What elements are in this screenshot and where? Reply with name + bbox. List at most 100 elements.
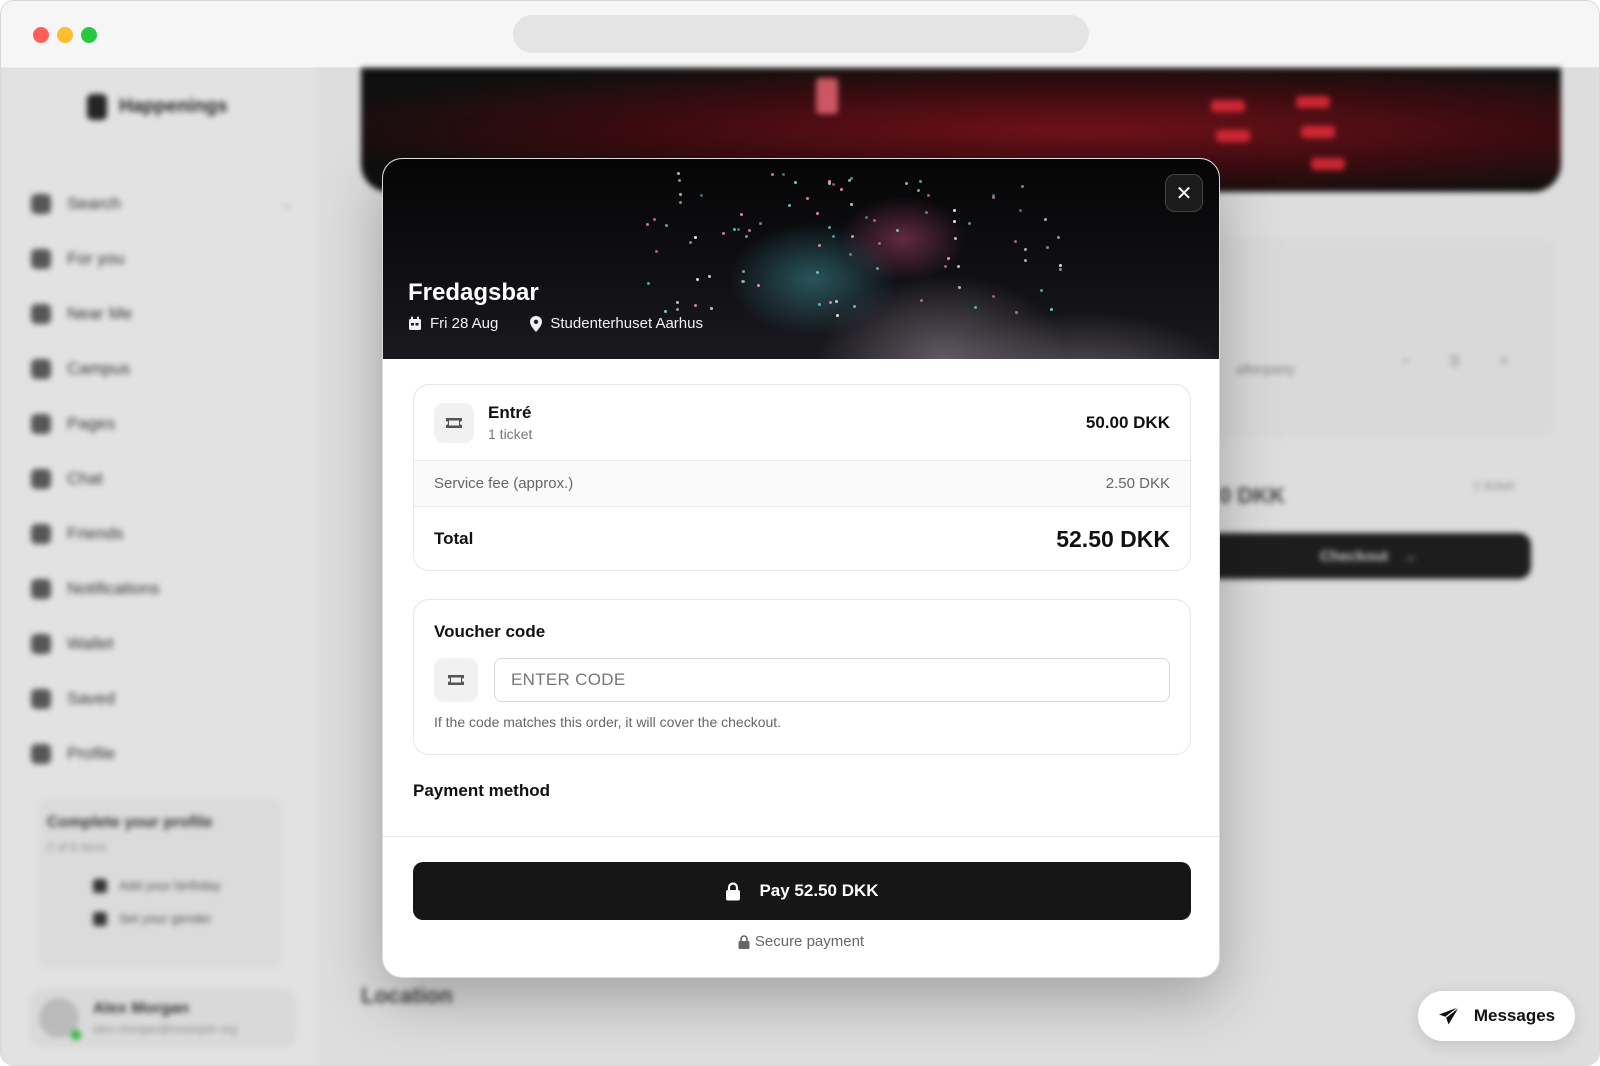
total-line: Total 52.50 DKK (414, 507, 1190, 570)
total-label: Total (434, 529, 474, 548)
messages-label: Messages (1473, 1006, 1556, 1025)
firework-spark (739, 213, 743, 217)
fee-label: Service fee (approx.) (434, 475, 574, 492)
firework-spark (793, 180, 797, 184)
firework-spark (958, 286, 962, 290)
firework-spark (840, 187, 843, 191)
ticket-icon-container (434, 402, 474, 443)
voucher-hint: If the code matches this order, it will … (434, 714, 782, 730)
firework-spark (679, 200, 683, 204)
firework-spark (864, 216, 868, 220)
firework-spark (954, 237, 958, 241)
firework-spark (991, 295, 995, 299)
voucher-code-input[interactable] (494, 658, 1170, 702)
firework-spark (829, 301, 833, 305)
firework-spark (1049, 308, 1053, 312)
firework-spark (848, 253, 852, 257)
firework-spark (664, 224, 668, 228)
firework-spark (733, 228, 737, 232)
firework-spark (677, 172, 681, 176)
ticket-quantity: 1 ticket (488, 426, 533, 442)
firework-spark (787, 203, 791, 207)
firework-spark (740, 279, 744, 283)
order-summary: Entré 1 ticket 50.00 DKK Service fee (ap… (413, 384, 1191, 571)
firework-spark (645, 222, 649, 226)
firework-spark (770, 173, 774, 177)
firework-spark (917, 189, 921, 193)
voucher-icon-container (434, 658, 478, 702)
close-modal-button[interactable]: ✕ (1165, 174, 1203, 212)
firework-spark (927, 194, 931, 198)
firework-spark (1040, 289, 1044, 293)
firework-spark (806, 196, 810, 200)
event-venue: Studenterhuset Aarhus (550, 315, 703, 332)
pay-button-label: Pay 52.50 DKK (759, 881, 879, 900)
firework-spark (896, 229, 900, 233)
firework-spark (1045, 246, 1049, 250)
firework-spark (1023, 248, 1027, 252)
location-pin-icon (530, 315, 543, 332)
firework-spark (815, 211, 819, 215)
firework-spark (851, 234, 855, 238)
address-bar[interactable] (513, 15, 1089, 53)
firework-spark (664, 309, 668, 313)
browser-window: Happenings Search ⌄ For you Near Me Campus Pa… (0, 0, 1600, 1066)
event-title: Fredagsbar (408, 279, 539, 306)
firework-spark (1015, 311, 1019, 315)
firework-spark (832, 234, 836, 238)
total-value: 52.50 DKK (1056, 525, 1170, 552)
firework-spark (817, 243, 821, 247)
lock-icon (738, 934, 750, 949)
firework-spark (736, 227, 740, 231)
firework-spark (991, 195, 995, 199)
firework-spark (758, 221, 762, 225)
payment-method-heading: Payment method (413, 781, 550, 800)
firework-spark (905, 181, 909, 185)
firework-spark (848, 178, 852, 182)
divider (383, 836, 1219, 837)
firework-spark (678, 193, 682, 197)
firework-spark (748, 229, 752, 233)
firework-spark (1014, 239, 1018, 243)
firework-spark (677, 179, 681, 183)
firework-spark (741, 269, 745, 273)
firework-spark (919, 180, 923, 184)
firework-spark (1059, 267, 1062, 271)
firework-spark (973, 306, 977, 310)
close-window-button[interactable] (33, 27, 49, 43)
firework-spark (872, 218, 876, 222)
firework-spark (849, 203, 853, 207)
firework-spark (1056, 235, 1060, 239)
firework-spark (947, 257, 951, 261)
firework-spark (756, 283, 760, 287)
service-fee-line: Service fee (approx.) 2.50 DKK (414, 461, 1190, 507)
ticket-line: Entré 1 ticket 50.00 DKK (414, 385, 1190, 461)
event-meta: Fri 28 Aug Studenterhuset Aarhus (408, 315, 703, 332)
minimize-window-button[interactable] (57, 27, 73, 43)
secure-payment-note: Secure payment (383, 933, 1219, 950)
firework-spark (688, 240, 692, 244)
firework-spark (676, 307, 680, 311)
ticket-name: Entré (488, 403, 532, 422)
firework-spark (709, 307, 713, 311)
secure-payment-label: Secure payment (754, 933, 865, 950)
firework-spark (956, 265, 960, 269)
firework-spark (835, 314, 839, 318)
voucher-section: Voucher code If the code matches this or… (413, 599, 1191, 755)
messages-button[interactable]: Messages (1418, 991, 1575, 1041)
maximize-window-button[interactable] (81, 27, 97, 43)
firework-spark (818, 303, 822, 307)
firework-spark (1044, 217, 1048, 221)
calendar-icon (409, 316, 421, 330)
firework-spark (925, 211, 929, 215)
firework-spark (1019, 208, 1023, 212)
firework-spark (745, 235, 749, 239)
firework-spark (693, 303, 697, 307)
firework-spark (700, 193, 704, 197)
firework-spark (876, 266, 880, 270)
pay-button[interactable]: Pay 52.50 DKK (413, 862, 1191, 920)
firework-spark (693, 235, 697, 239)
firework-spark (707, 275, 711, 279)
ticket-icon (448, 675, 464, 685)
firework-spark (834, 299, 838, 303)
